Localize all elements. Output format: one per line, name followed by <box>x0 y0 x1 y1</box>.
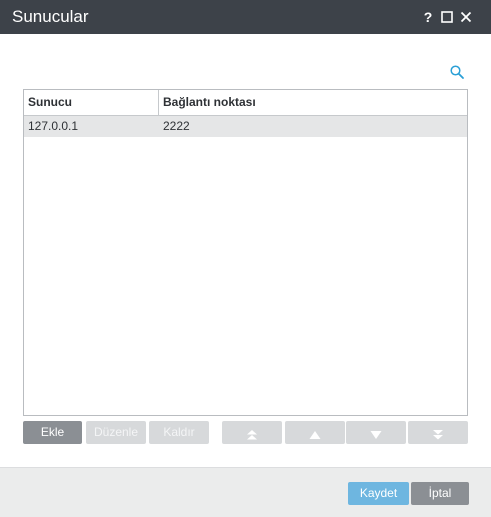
servers-table: Sunucu Bağlantı noktası 127.0.0.1 2222 <box>23 89 468 416</box>
move-to-top-button[interactable] <box>222 421 282 444</box>
help-icon: ? <box>423 9 433 25</box>
triangle-down-icon <box>370 431 382 439</box>
move-down-button[interactable] <box>346 421 406 444</box>
add-button[interactable]: Ekle <box>23 421 82 444</box>
cell-port: 2222 <box>163 119 190 133</box>
servers-dialog: Sunucular ? Sunucu Bağlantı noktası 127.… <box>0 0 491 517</box>
column-header-host[interactable]: Sunucu <box>24 90 159 115</box>
move-to-bottom-button[interactable] <box>408 421 468 444</box>
save-button[interactable]: Kaydet <box>348 482 409 505</box>
column-header-port[interactable]: Bağlantı noktası <box>159 90 467 115</box>
search-button[interactable] <box>449 64 465 80</box>
close-icon <box>460 11 472 23</box>
triangle-up-icon <box>309 431 321 439</box>
dialog-title: Sunucular <box>12 7 89 26</box>
cell-host: 127.0.0.1 <box>28 119 79 133</box>
table-row[interactable]: 127.0.0.1 2222 <box>24 116 467 137</box>
maximize-icon <box>441 11 453 23</box>
search-icon <box>450 65 464 79</box>
maximize-button[interactable] <box>439 8 455 26</box>
title-bar: Sunucular ? <box>0 0 491 34</box>
move-up-button[interactable] <box>285 421 345 444</box>
table-header: Sunucu Bağlantı noktası <box>24 90 467 116</box>
cancel-button[interactable]: İptal <box>411 482 469 505</box>
help-button[interactable]: ? <box>420 8 436 26</box>
double-chevron-down-icon <box>433 430 443 440</box>
edit-button[interactable]: Düzenle <box>86 421 146 444</box>
close-button[interactable] <box>458 8 474 26</box>
remove-button[interactable]: Kaldır <box>149 421 209 444</box>
double-chevron-up-icon <box>247 430 257 440</box>
